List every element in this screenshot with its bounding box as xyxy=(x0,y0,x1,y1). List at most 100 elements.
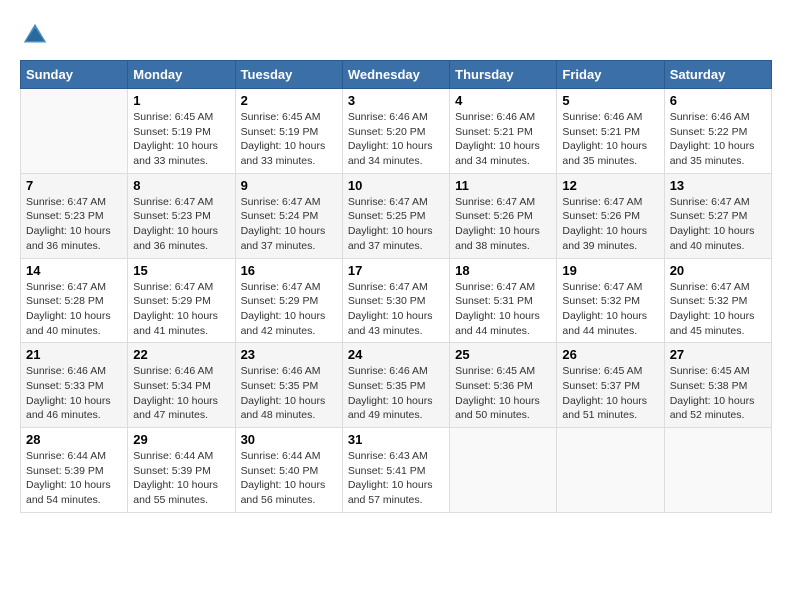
calendar-header-row: SundayMondayTuesdayWednesdayThursdayFrid… xyxy=(21,61,772,89)
day-number: 28 xyxy=(26,432,122,447)
calendar-cell: 28 Sunrise: 6:44 AM Sunset: 5:39 PM Dayli… xyxy=(21,428,128,513)
calendar-cell: 10 Sunrise: 6:47 AM Sunset: 5:25 PM Dayli… xyxy=(342,173,449,258)
day-info: Sunrise: 6:47 AM Sunset: 5:29 PM Dayligh… xyxy=(241,280,337,339)
day-info: Sunrise: 6:44 AM Sunset: 5:39 PM Dayligh… xyxy=(133,449,229,508)
day-number: 30 xyxy=(241,432,337,447)
day-info: Sunrise: 6:46 AM Sunset: 5:20 PM Dayligh… xyxy=(348,110,444,169)
calendar-cell: 9Sunrise: 6:47 AM Sunset: 5:24 PM Daylig… xyxy=(235,173,342,258)
day-info: Sunrise: 6:47 AM Sunset: 5:26 PM Dayligh… xyxy=(455,195,551,254)
day-info: Sunrise: 6:47 AM Sunset: 5:25 PM Dayligh… xyxy=(348,195,444,254)
calendar-cell: 21 Sunrise: 6:46 AM Sunset: 5:33 PM Dayli… xyxy=(21,343,128,428)
calendar-cell: 13 Sunrise: 6:47 AM Sunset: 5:27 PM Dayli… xyxy=(664,173,771,258)
weekday-header-thursday: Thursday xyxy=(450,61,557,89)
day-number: 5 xyxy=(562,93,658,108)
day-info: Sunrise: 6:47 AM Sunset: 5:32 PM Dayligh… xyxy=(562,280,658,339)
calendar-cell xyxy=(450,428,557,513)
day-number: 4 xyxy=(455,93,551,108)
day-number: 10 xyxy=(348,178,444,193)
calendar-table: SundayMondayTuesdayWednesdayThursdayFrid… xyxy=(20,60,772,513)
day-number: 20 xyxy=(670,263,766,278)
day-info: Sunrise: 6:46 AM Sunset: 5:33 PM Dayligh… xyxy=(26,364,122,423)
day-info: Sunrise: 6:47 AM Sunset: 5:32 PM Dayligh… xyxy=(670,280,766,339)
calendar-cell: 2 Sunrise: 6:45 AM Sunset: 5:19 PM Daylig… xyxy=(235,89,342,174)
day-info: Sunrise: 6:45 AM Sunset: 5:19 PM Dayligh… xyxy=(241,110,337,169)
day-number: 6 xyxy=(670,93,766,108)
day-number: 13 xyxy=(670,178,766,193)
day-info: Sunrise: 6:43 AM Sunset: 5:41 PM Dayligh… xyxy=(348,449,444,508)
calendar-week-row: 28 Sunrise: 6:44 AM Sunset: 5:39 PM Dayli… xyxy=(21,428,772,513)
day-info: Sunrise: 6:46 AM Sunset: 5:35 PM Dayligh… xyxy=(241,364,337,423)
calendar-cell: 4Sunrise: 6:46 AM Sunset: 5:21 PM Daylig… xyxy=(450,89,557,174)
day-info: Sunrise: 6:45 AM Sunset: 5:38 PM Dayligh… xyxy=(670,364,766,423)
calendar-cell: 15 Sunrise: 6:47 AM Sunset: 5:29 PM Dayli… xyxy=(128,258,235,343)
calendar-cell: 11 Sunrise: 6:47 AM Sunset: 5:26 PM Dayli… xyxy=(450,173,557,258)
day-info: Sunrise: 6:46 AM Sunset: 5:21 PM Dayligh… xyxy=(562,110,658,169)
day-info: Sunrise: 6:47 AM Sunset: 5:30 PM Dayligh… xyxy=(348,280,444,339)
day-number: 15 xyxy=(133,263,229,278)
day-number: 23 xyxy=(241,347,337,362)
day-number: 19 xyxy=(562,263,658,278)
day-info: Sunrise: 6:45 AM Sunset: 5:19 PM Dayligh… xyxy=(133,110,229,169)
calendar-cell: 8 Sunrise: 6:47 AM Sunset: 5:23 PM Daylig… xyxy=(128,173,235,258)
day-info: Sunrise: 6:47 AM Sunset: 5:23 PM Dayligh… xyxy=(133,195,229,254)
logo xyxy=(20,20,54,50)
calendar-week-row: 7 Sunrise: 6:47 AM Sunset: 5:23 PM Daylig… xyxy=(21,173,772,258)
day-number: 18 xyxy=(455,263,551,278)
calendar-cell: 3 Sunrise: 6:46 AM Sunset: 5:20 PM Daylig… xyxy=(342,89,449,174)
day-number: 21 xyxy=(26,347,122,362)
calendar-cell: 24Sunrise: 6:46 AM Sunset: 5:35 PM Dayli… xyxy=(342,343,449,428)
day-info: Sunrise: 6:45 AM Sunset: 5:36 PM Dayligh… xyxy=(455,364,551,423)
day-number: 14 xyxy=(26,263,122,278)
day-number: 9 xyxy=(241,178,337,193)
calendar-cell: 14Sunrise: 6:47 AM Sunset: 5:28 PM Dayli… xyxy=(21,258,128,343)
calendar-cell: 6Sunrise: 6:46 AM Sunset: 5:22 PM Daylig… xyxy=(664,89,771,174)
calendar-cell: 27 Sunrise: 6:45 AM Sunset: 5:38 PM Dayli… xyxy=(664,343,771,428)
calendar-cell: 20 Sunrise: 6:47 AM Sunset: 5:32 PM Dayli… xyxy=(664,258,771,343)
calendar-cell: 7 Sunrise: 6:47 AM Sunset: 5:23 PM Daylig… xyxy=(21,173,128,258)
weekday-header-wednesday: Wednesday xyxy=(342,61,449,89)
day-info: Sunrise: 6:46 AM Sunset: 5:34 PM Dayligh… xyxy=(133,364,229,423)
weekday-header-saturday: Saturday xyxy=(664,61,771,89)
day-number: 1 xyxy=(133,93,229,108)
day-info: Sunrise: 6:47 AM Sunset: 5:23 PM Dayligh… xyxy=(26,195,122,254)
day-number: 31 xyxy=(348,432,444,447)
day-number: 29 xyxy=(133,432,229,447)
day-number: 12 xyxy=(562,178,658,193)
day-number: 7 xyxy=(26,178,122,193)
day-number: 17 xyxy=(348,263,444,278)
calendar-week-row: 1 Sunrise: 6:45 AM Sunset: 5:19 PM Daylig… xyxy=(21,89,772,174)
day-number: 27 xyxy=(670,347,766,362)
calendar-cell xyxy=(557,428,664,513)
day-info: Sunrise: 6:47 AM Sunset: 5:26 PM Dayligh… xyxy=(562,195,658,254)
day-info: Sunrise: 6:44 AM Sunset: 5:39 PM Dayligh… xyxy=(26,449,122,508)
weekday-header-tuesday: Tuesday xyxy=(235,61,342,89)
calendar-cell: 22Sunrise: 6:46 AM Sunset: 5:34 PM Dayli… xyxy=(128,343,235,428)
day-number: 26 xyxy=(562,347,658,362)
calendar-cell xyxy=(664,428,771,513)
day-info: Sunrise: 6:46 AM Sunset: 5:35 PM Dayligh… xyxy=(348,364,444,423)
day-info: Sunrise: 6:47 AM Sunset: 5:29 PM Dayligh… xyxy=(133,280,229,339)
calendar-week-row: 21 Sunrise: 6:46 AM Sunset: 5:33 PM Dayli… xyxy=(21,343,772,428)
calendar-cell: 25Sunrise: 6:45 AM Sunset: 5:36 PM Dayli… xyxy=(450,343,557,428)
day-number: 3 xyxy=(348,93,444,108)
page-header xyxy=(20,20,772,50)
day-number: 2 xyxy=(241,93,337,108)
calendar-week-row: 14Sunrise: 6:47 AM Sunset: 5:28 PM Dayli… xyxy=(21,258,772,343)
day-info: Sunrise: 6:47 AM Sunset: 5:27 PM Dayligh… xyxy=(670,195,766,254)
calendar-cell: 16Sunrise: 6:47 AM Sunset: 5:29 PM Dayli… xyxy=(235,258,342,343)
day-number: 11 xyxy=(455,178,551,193)
calendar-cell: 17 Sunrise: 6:47 AM Sunset: 5:30 PM Dayli… xyxy=(342,258,449,343)
calendar-cell xyxy=(21,89,128,174)
day-info: Sunrise: 6:45 AM Sunset: 5:37 PM Dayligh… xyxy=(562,364,658,423)
day-number: 8 xyxy=(133,178,229,193)
weekday-header-sunday: Sunday xyxy=(21,61,128,89)
calendar-cell: 19 Sunrise: 6:47 AM Sunset: 5:32 PM Dayli… xyxy=(557,258,664,343)
calendar-cell: 12 Sunrise: 6:47 AM Sunset: 5:26 PM Dayli… xyxy=(557,173,664,258)
calendar-cell: 5 Sunrise: 6:46 AM Sunset: 5:21 PM Daylig… xyxy=(557,89,664,174)
logo-icon xyxy=(20,20,50,50)
calendar-cell: 23 Sunrise: 6:46 AM Sunset: 5:35 PM Dayli… xyxy=(235,343,342,428)
calendar-cell: 29 Sunrise: 6:44 AM Sunset: 5:39 PM Dayli… xyxy=(128,428,235,513)
calendar-cell: 18Sunrise: 6:47 AM Sunset: 5:31 PM Dayli… xyxy=(450,258,557,343)
calendar-cell: 31 Sunrise: 6:43 AM Sunset: 5:41 PM Dayli… xyxy=(342,428,449,513)
weekday-header-friday: Friday xyxy=(557,61,664,89)
